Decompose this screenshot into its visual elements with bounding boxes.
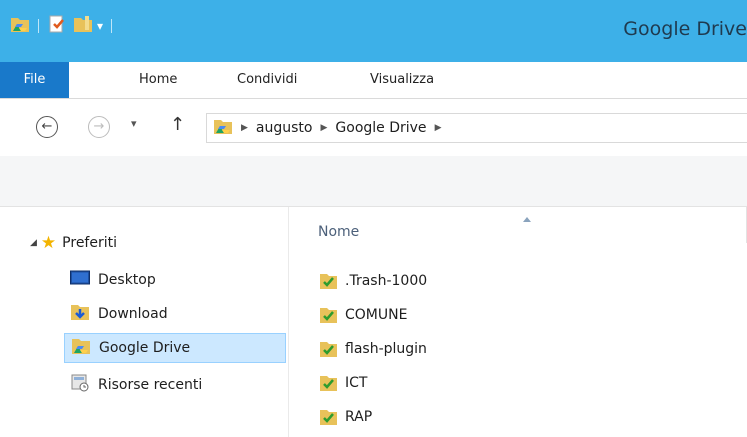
file-name: flash-plugin bbox=[345, 341, 427, 357]
tab-condividi[interactable]: Condividi bbox=[237, 62, 297, 98]
sync-folder-icon bbox=[319, 306, 338, 324]
expand-arrow-icon[interactable]: ◢ bbox=[30, 238, 37, 248]
window-title: Google Drive bbox=[623, 18, 747, 40]
sync-folder-icon bbox=[319, 340, 338, 358]
up-arrow-icon[interactable]: ↑ bbox=[170, 114, 185, 135]
desktop-icon bbox=[70, 270, 90, 290]
toolbar-separator bbox=[38, 19, 39, 33]
nav-item-google-drive[interactable]: Google Drive bbox=[64, 333, 286, 363]
nav-item-label: Download bbox=[98, 306, 168, 322]
nav-favorites[interactable]: ◢ ★ Preferiti bbox=[30, 228, 117, 258]
breadcrumb-augusto[interactable]: augusto bbox=[256, 120, 313, 136]
list-item[interactable]: .Trash-1000 bbox=[319, 265, 427, 297]
nav-item-desktop[interactable]: Desktop bbox=[64, 265, 284, 295]
quick-access-toolbar: ▾ bbox=[10, 12, 120, 40]
address-bar: ← → ▾ ↑ ▶ augusto ▶ Google Drive ▶ bbox=[0, 99, 747, 156]
list-item[interactable]: flash-plugin bbox=[319, 333, 427, 365]
file-name: .Trash-1000 bbox=[345, 273, 428, 289]
tab-home[interactable]: Home bbox=[139, 62, 177, 98]
nav-favorites-label: Preferiti bbox=[62, 235, 117, 251]
list-item[interactable]: RAP bbox=[319, 401, 372, 433]
command-bar bbox=[0, 156, 747, 207]
file-name: ICT bbox=[345, 375, 368, 391]
sync-folder-icon bbox=[319, 374, 338, 392]
tab-visualizza[interactable]: Visualizza bbox=[370, 62, 434, 98]
download-folder-icon bbox=[70, 302, 90, 326]
list-item[interactable]: COMUNE bbox=[319, 299, 407, 331]
customize-dropdown-icon[interactable]: ▾ bbox=[97, 19, 103, 33]
nav-item-label: Risorse recenti bbox=[98, 377, 203, 393]
nav-item-recent[interactable]: Risorse recenti bbox=[64, 370, 284, 400]
navigation-pane: ◢ ★ Preferiti Desktop Download Google Dr… bbox=[0, 207, 289, 437]
new-folder-icon[interactable] bbox=[73, 14, 93, 38]
recent-locations-icon[interactable]: ▾ bbox=[131, 117, 137, 130]
sync-folder-icon bbox=[319, 408, 338, 426]
chevron-right-icon[interactable]: ▶ bbox=[241, 123, 248, 133]
file-name: RAP bbox=[345, 409, 373, 425]
title-bar: ▾ Google Drive bbox=[0, 0, 747, 62]
list-item[interactable]: ICT bbox=[319, 367, 367, 399]
ribbon-tabs: File Home Condividi Visualizza bbox=[0, 62, 747, 99]
google-drive-folder-icon bbox=[71, 336, 91, 360]
file-list: Nome .Trash-1000 COMUNE flash-plugin ICT… bbox=[289, 207, 747, 437]
tab-file[interactable]: File bbox=[0, 62, 69, 98]
sync-folder-icon bbox=[319, 272, 338, 290]
google-drive-folder-icon[interactable] bbox=[10, 14, 30, 38]
breadcrumb-google-drive[interactable]: Google Drive bbox=[335, 120, 426, 136]
toolbar-separator bbox=[111, 19, 113, 33]
sort-ascending-icon bbox=[523, 217, 531, 222]
column-header-name[interactable]: Nome bbox=[318, 224, 359, 240]
chevron-right-icon[interactable]: ▶ bbox=[435, 123, 442, 133]
nav-item-label: Desktop bbox=[98, 272, 156, 288]
nav-item-label: Google Drive bbox=[99, 340, 191, 356]
back-button[interactable]: ← bbox=[36, 116, 58, 138]
recent-places-icon bbox=[70, 373, 90, 397]
nav-item-download[interactable]: Download bbox=[64, 299, 284, 329]
address-path[interactable]: ▶ augusto ▶ Google Drive ▶ bbox=[206, 113, 747, 143]
chevron-right-icon[interactable]: ▶ bbox=[320, 123, 327, 133]
google-drive-folder-icon bbox=[213, 116, 233, 140]
star-icon: ★ bbox=[40, 233, 57, 253]
file-name: COMUNE bbox=[345, 307, 408, 323]
forward-button[interactable]: → bbox=[88, 116, 110, 138]
properties-icon[interactable] bbox=[47, 14, 67, 38]
